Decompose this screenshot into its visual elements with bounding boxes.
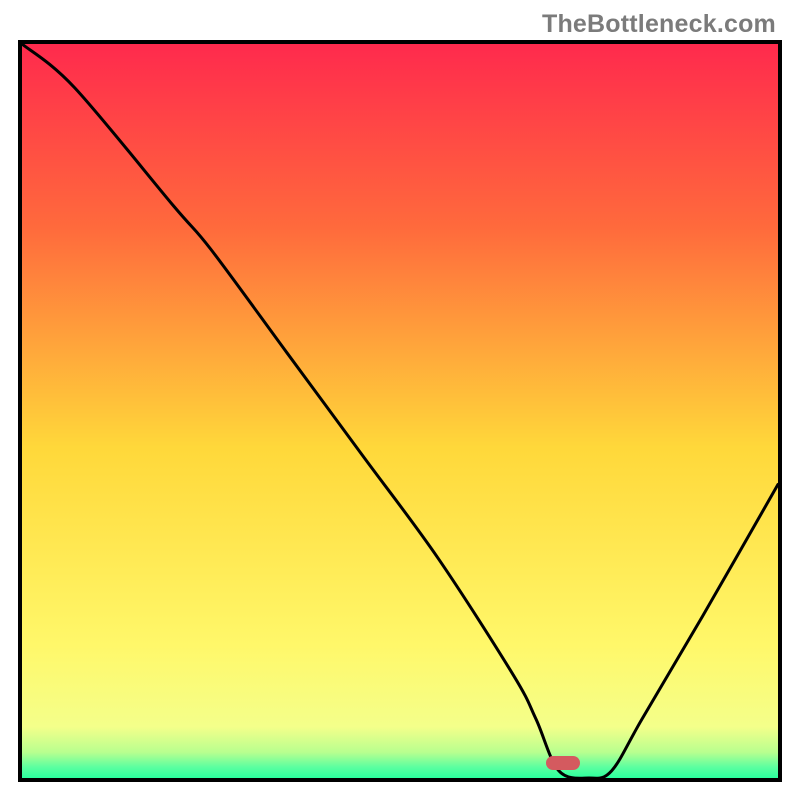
border-right xyxy=(778,40,782,782)
chart-frame: TheBottleneck.com xyxy=(0,0,800,800)
plot-area xyxy=(22,44,778,778)
optimum-marker xyxy=(546,756,580,770)
watermark-text: TheBottleneck.com xyxy=(542,10,776,39)
border-bottom xyxy=(18,778,782,782)
plot-svg xyxy=(22,44,778,778)
gradient-background xyxy=(22,44,778,778)
